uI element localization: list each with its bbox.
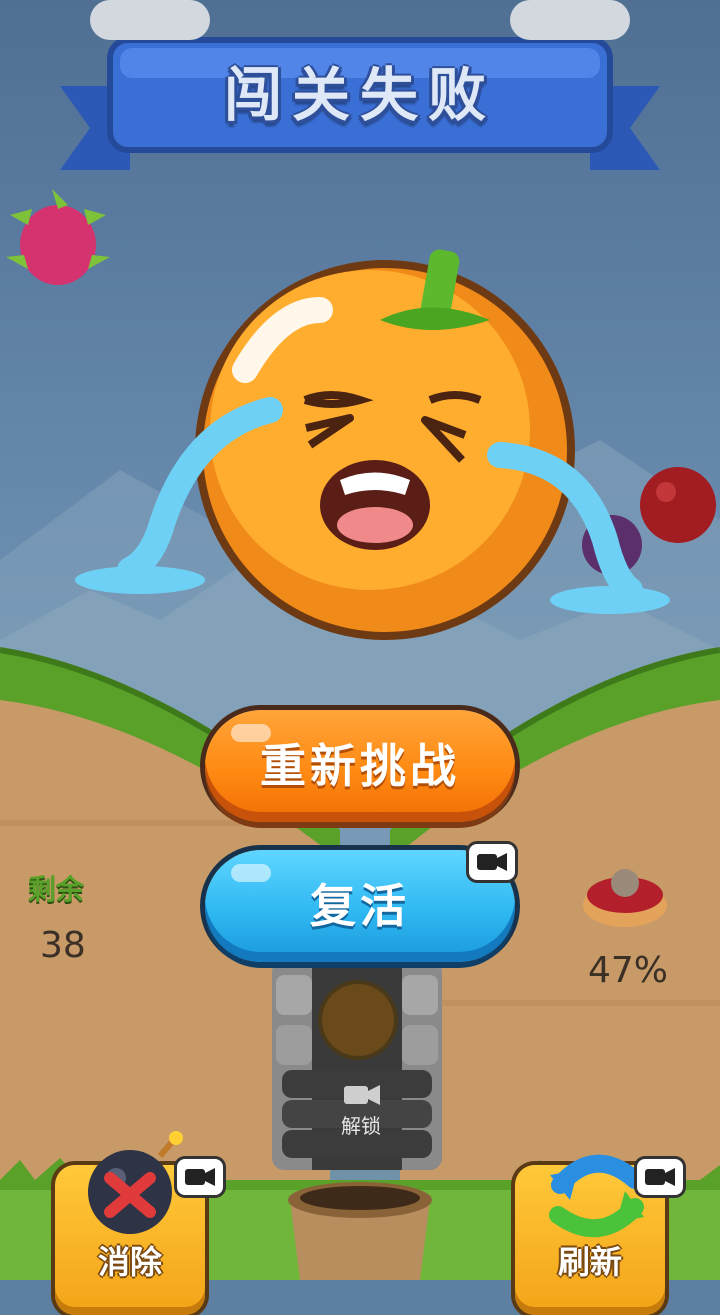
bomb-tool-button[interactable]: 消除 [55,1131,223,1315]
level-failed-banner: 闯关失败 [60,0,660,190]
unlock-label[interactable]: 解锁 [338,1110,384,1139]
bomb-tool-label: 消除 [97,1243,162,1281]
button-gloss [231,724,271,742]
remaining-count: 38 [40,925,86,966]
revive-button[interactable]: 复活 [205,844,515,962]
video-icon [344,1085,380,1105]
video-icon [469,844,515,880]
progress-percent: 47% [588,950,669,991]
sack-icon [288,1182,432,1280]
retry-button[interactable]: 重新挑战 [205,710,515,822]
refresh-tool-label: 刷新 [557,1243,622,1281]
video-icon [637,1159,683,1195]
crying-orange [75,249,670,640]
bomb-icon [88,1131,183,1234]
tart-icon [583,869,667,927]
refresh-tool-button[interactable]: 刷新 [515,1154,683,1315]
video-icon [177,1159,223,1195]
button-gloss [231,864,271,882]
banner-title: 闯关失败 [223,61,496,129]
remaining-label: 剩余 [28,873,85,906]
refresh-icon [549,1154,644,1238]
